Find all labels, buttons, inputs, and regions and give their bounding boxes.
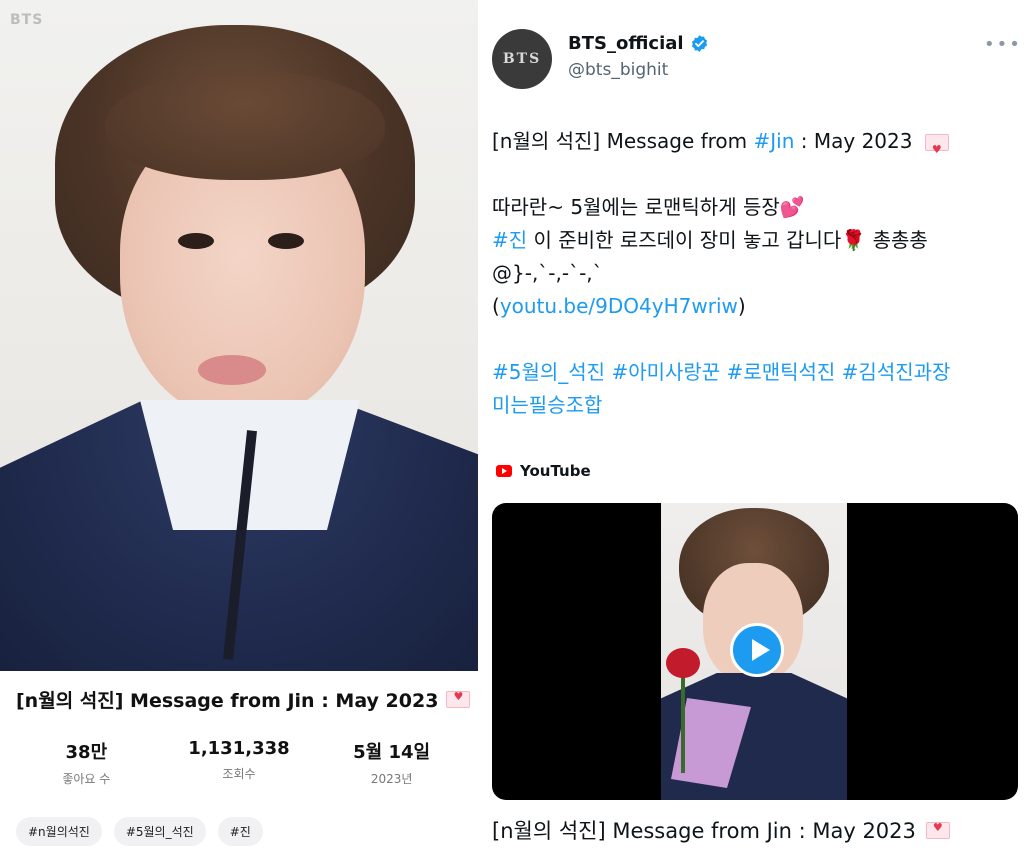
tag-chip[interactable]: #n월의석진 xyxy=(16,817,102,846)
avatar-logo-text: BTS xyxy=(502,51,542,67)
card-source-row: YouTube xyxy=(496,462,591,480)
hashtag-link[interactable]: #Jin xyxy=(754,129,795,153)
tweet-text-segment: ) xyxy=(737,294,746,318)
tweet-spacer xyxy=(492,323,1012,356)
youtube-link[interactable]: youtu.be/9DO4yH7wriw xyxy=(500,294,738,318)
likes-count: 38만 xyxy=(65,742,108,763)
year-label: 2023년 xyxy=(370,772,413,786)
date-value: 5월 14일 xyxy=(353,742,431,763)
tweet-line-5: (youtu.be/9DO4yH7wriw) xyxy=(492,290,1012,323)
tag-chip[interactable]: #진 xyxy=(217,817,263,846)
mouth-shape xyxy=(198,355,266,385)
thumb-rose-shape xyxy=(666,648,700,678)
date-stat: 5월 14일 2023년 xyxy=(317,738,467,787)
video-title: [n월의 석진] Message from Jin : May 2023 xyxy=(16,689,439,712)
fringe-shape xyxy=(105,70,385,180)
play-button[interactable] xyxy=(730,623,784,677)
likes-stat: 38만 좋아요 수 xyxy=(11,738,161,787)
hashtags-line-1[interactable]: #5월의_석진 #아미사랑꾼 #로맨틱석진 #김석진과장 xyxy=(492,356,1012,389)
thumb-stem-shape xyxy=(681,673,685,773)
verified-badge-icon xyxy=(690,34,709,53)
video-frame[interactable]: BTS xyxy=(0,0,478,671)
video-detail-panel: BTS [n월의 석진] Message from Jin : May 2023… xyxy=(0,0,478,855)
right-eye-shape xyxy=(268,233,304,249)
views-stat: 1,131,338 조회수 xyxy=(164,738,314,787)
tweet-text-segment: [n월의 석진] Message from xyxy=(492,129,754,153)
more-options-icon[interactable]: ••• xyxy=(984,34,1022,55)
tweet-line-2: 따라란~ 5월에는 로맨틱하게 등장💕 xyxy=(492,191,1012,224)
card-title[interactable]: [n월의 석진] Message from Jin : May 2023 xyxy=(492,815,916,845)
author-name-row[interactable]: BTS_official xyxy=(568,33,709,54)
tweet-panel: BTS BTS_official @bts_bighit ••• [n월의 석진… xyxy=(478,0,1024,855)
tweet-line-4: @}-,`-,-`-,` xyxy=(492,261,603,285)
bts-watermark: BTS xyxy=(10,12,44,28)
avatar[interactable]: BTS xyxy=(492,29,552,89)
card-title-row[interactable]: [n월의 석진] Message from Jin : May 2023 xyxy=(492,815,950,845)
tweet-line-1: [n월의 석진] Message from #Jin : May 2023 xyxy=(492,125,1012,166)
likes-label: 좋아요 수 xyxy=(62,772,111,786)
love-letter-icon xyxy=(925,821,950,839)
tweet-text-segment: 이 준비한 로즈데이 장미 놓고 갑니다 xyxy=(527,228,842,252)
hearts-emoji-icon: 💕 xyxy=(779,195,805,219)
tweet-line-3: #진 이 준비한 로즈데이 장미 놓고 갑니다🌹 총총총 xyxy=(492,224,1012,257)
tweet-text-segment: : May 2023 xyxy=(794,129,913,153)
rose-emoji-icon: 🌹 xyxy=(841,228,867,252)
tag-chip[interactable]: #5월의_석진 xyxy=(113,817,206,846)
hashtags-line-2[interactable]: 미는필승조합 xyxy=(492,389,1012,422)
love-letter-icon xyxy=(924,133,949,166)
display-name[interactable]: BTS_official xyxy=(568,33,684,54)
tag-list: #n월의석진 #5월의_석진 #진 xyxy=(16,817,263,846)
author-handle[interactable]: @bts_bighit xyxy=(568,60,668,80)
tweet-text-segment: 따라란~ 5월에는 로맨틱하게 등장 xyxy=(492,195,780,219)
tweet-text: [n월의 석진] Message from #Jin : May 2023 따라… xyxy=(492,125,1012,422)
card-source-label: YouTube xyxy=(520,462,591,480)
tweet-text-segment: 총총총 xyxy=(866,228,928,252)
left-eye-shape xyxy=(178,233,214,249)
tweet-text-segment: ( xyxy=(492,294,500,318)
youtube-icon xyxy=(496,465,512,477)
views-count: 1,131,338 xyxy=(188,738,290,759)
hashtag-link[interactable]: #진 xyxy=(492,228,527,252)
video-title-row: [n월의 석진] Message from Jin : May 2023 xyxy=(16,684,471,714)
views-label: 조회수 xyxy=(222,767,256,781)
video-card[interactable] xyxy=(492,503,1018,800)
love-letter-icon xyxy=(446,690,471,708)
video-stats: 38만 좋아요 수 1,131,338 조회수 5월 14일 2023년 xyxy=(10,738,468,787)
